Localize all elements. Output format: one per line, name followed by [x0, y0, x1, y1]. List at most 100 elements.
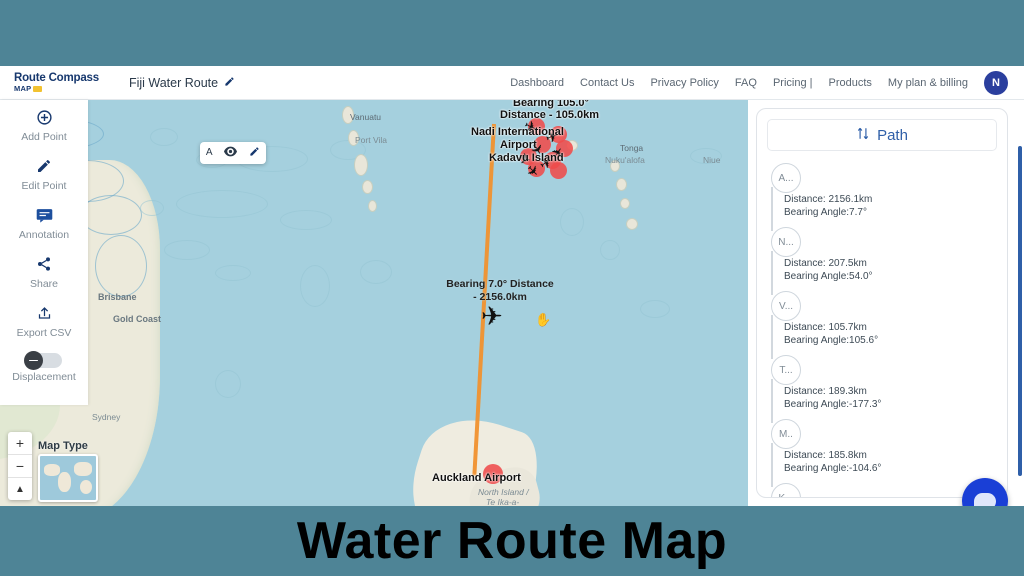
app-header: Route Compass MAP Fiji Water Route Dashb… [0, 66, 1024, 100]
tool-share[interactable]: Share [0, 255, 88, 290]
zoom-in-button[interactable]: + [8, 432, 32, 455]
seabed-blob-14 [140, 200, 164, 216]
zoom-out-button[interactable]: − [8, 455, 32, 478]
toggle-knob [24, 351, 43, 370]
globe-landmass-3 [74, 462, 92, 476]
seabed-blob-10 [560, 208, 584, 236]
upload-icon [37, 304, 52, 322]
map-label-sydney: Sydney [92, 412, 121, 422]
island-tonga-2 [616, 178, 627, 191]
path-node[interactable]: M.. [771, 419, 801, 449]
nav-item-privacy-policy[interactable]: Privacy Policy [650, 77, 718, 89]
map-type-control[interactable]: Map Type [38, 440, 98, 502]
tool-add-point-label: Add Point [21, 131, 67, 143]
path-node-row: V... [771, 291, 1007, 321]
seabed-blob-13 [215, 370, 241, 398]
path-node[interactable]: N... [771, 227, 801, 257]
tool-rail: Add Point Edit Point Annotation Share Ex… [0, 100, 88, 405]
pencil-icon[interactable] [224, 76, 235, 90]
seabed-blob-6 [164, 240, 210, 260]
path-node[interactable]: K... [771, 483, 801, 497]
map-label-niue: Niue [703, 155, 721, 165]
nav-item-contact-us[interactable]: Contact Us [580, 77, 634, 89]
brand-name: Route Compass [14, 71, 99, 84]
nav-item-dashboard[interactable]: Dashboard [510, 77, 564, 89]
nav-item-faq[interactable]: FAQ [735, 77, 757, 89]
seabed-blob-4 [176, 190, 268, 218]
path-segment: Distance: 189.3km Bearing Angle:-177.3° [771, 379, 1007, 423]
displacement-label: Displacement [12, 371, 76, 383]
share-icon [36, 255, 52, 273]
route-label-airport: Airport [500, 139, 537, 151]
globe-landmass-4 [80, 480, 92, 494]
map-type-thumbnail[interactable] [38, 454, 98, 502]
route-label-bearing-105: Bearing 105.0° [513, 100, 589, 109]
comment-icon [36, 206, 53, 224]
avatar[interactable]: N [984, 70, 1008, 95]
bottom-caption: Water Route Map [0, 506, 1024, 576]
tool-annotation-label: Annotation [18, 229, 70, 241]
path-node-row: A... [771, 163, 1007, 193]
path-panel-header[interactable]: Path [767, 119, 997, 151]
path-panel-title: Path [877, 126, 908, 144]
pencil-icon [36, 157, 52, 175]
map-label-nukualofa: Nuku'alofa [605, 155, 645, 165]
route-label-kadavu-island: Kadavu Island [489, 152, 564, 164]
path-node-row: N... [771, 227, 1007, 257]
tool-edit-point-label: Edit Point [21, 180, 67, 192]
tool-export-csv[interactable]: Export CSV [0, 304, 88, 339]
route-label-auckland-airport: Auckland Airport [432, 472, 521, 484]
map-label-gold-coast: Gold Coast [113, 314, 162, 324]
brand-sub: MAP [14, 85, 99, 93]
segment-distance: Distance: 207.5km [784, 258, 867, 269]
displacement-toggle[interactable] [24, 351, 62, 370]
text-icon[interactable]: A [206, 148, 213, 158]
segment-distance: Distance: 105.7km [784, 322, 867, 333]
island-tonga-3 [620, 198, 630, 209]
path-timeline: A... Distance: 2156.1km Bearing Angle:7.… [757, 163, 1007, 497]
segment-bearing: Bearing Angle:-104.6° [784, 463, 882, 474]
tool-edit-point[interactable]: Edit Point [0, 157, 88, 192]
segment-distance: Distance: 189.3km [784, 386, 867, 397]
map-type-label: Map Type [38, 440, 88, 452]
path-node[interactable]: A... [771, 163, 801, 193]
map-label-tonga: Tonga [620, 143, 644, 153]
pencil-icon[interactable] [249, 146, 260, 160]
nav-item-pricing[interactable]: Pricing | [773, 77, 813, 89]
path-segment: Distance: 2156.1km Bearing Angle:7.7° [771, 187, 1007, 231]
seabed-blob-16 [640, 300, 670, 318]
nav-item-my-plan-billing[interactable]: My plan & billing [888, 77, 968, 89]
cursor-grab-icon: ✋ [535, 312, 552, 327]
tool-annotation[interactable]: Annotation [0, 206, 88, 241]
segment-distance: Distance: 185.8km [784, 450, 867, 461]
displacement-toggle-row[interactable] [24, 351, 62, 370]
brand-map-text: MAP [14, 84, 32, 93]
path-panel-scrollbar[interactable] [1018, 146, 1022, 476]
map-mini-toolbar: A [200, 142, 266, 164]
reef-outline-2 [80, 195, 142, 235]
island-vanuatu-5 [368, 200, 377, 212]
island-vanuatu-4 [362, 180, 373, 194]
compass-icon[interactable]: ▲ [8, 478, 32, 500]
nav-item-products[interactable]: Products [828, 77, 871, 89]
eye-icon[interactable] [224, 146, 238, 160]
caption-text: Water Route Map [296, 512, 728, 570]
brand-logo[interactable]: Route Compass MAP [14, 71, 99, 93]
map-label-port-vila: Port Vila [355, 135, 387, 145]
path-node[interactable]: T... [771, 355, 801, 385]
map-label-north-island: North Island / [478, 487, 529, 497]
path-panel-card: Path A... Distance: 2156.1km Bearing Ang… [756, 108, 1008, 498]
route-label-nadi-airport: Nadi International [471, 126, 564, 138]
island-vanuatu-3 [354, 154, 368, 176]
seabed-blob-9 [360, 260, 392, 284]
path-node[interactable]: V... [771, 291, 801, 321]
map-label-brisbane: Brisbane [98, 292, 137, 302]
add-point-icon [36, 108, 53, 126]
segment-bearing: Bearing Angle:105.6° [784, 335, 879, 346]
seabed-blob-1 [150, 128, 178, 146]
path-node-row: M.. [771, 419, 1007, 449]
globe-landmass-1 [44, 464, 60, 476]
segment-distance: Distance: 2156.1km [784, 194, 873, 205]
tool-add-point[interactable]: Add Point [0, 108, 88, 143]
swap-vertical-icon [856, 126, 870, 145]
